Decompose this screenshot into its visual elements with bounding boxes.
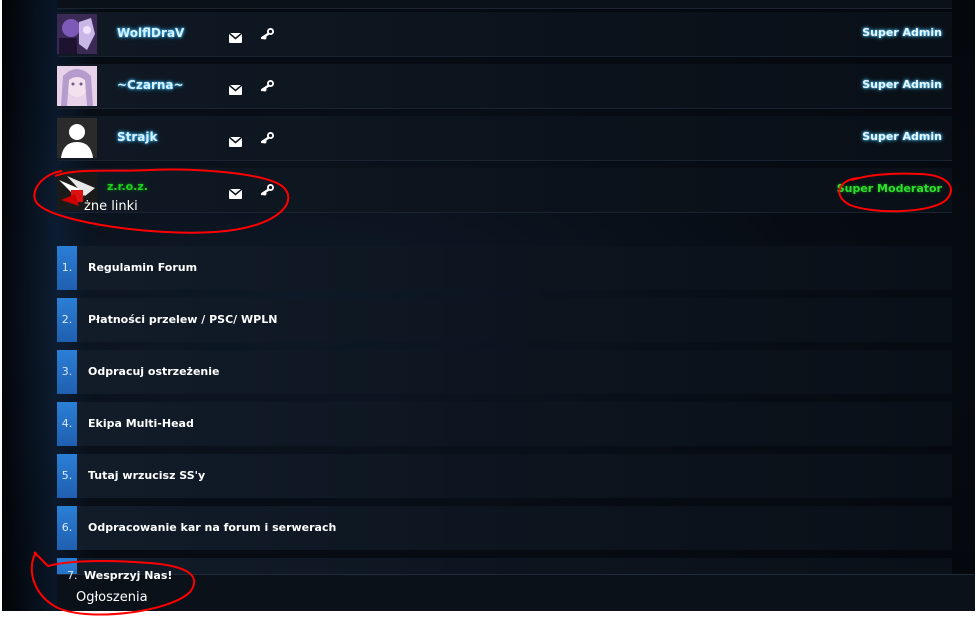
staff-row: WolflDraV Super Admin [57, 12, 952, 57]
link-number: 2. [57, 298, 77, 342]
link-label[interactable]: Regulamin Forum [88, 246, 197, 290]
staff-username[interactable]: Strajk [117, 130, 158, 144]
link-item[interactable]: 6. Odpracowanie kar na forum i serwerach [57, 506, 952, 550]
staff-panel: WolflDraV Super Admin ~Czarna~ Super Adm… [2, 0, 975, 611]
link-label[interactable]: Odpracowanie kar na forum i serwerach [88, 506, 336, 550]
link-item[interactable]: 1. Regulamin Forum [57, 246, 952, 290]
staff-username[interactable]: ~Czarna~ [117, 78, 184, 92]
staff-row: Strajk Super Admin [57, 116, 952, 161]
staff-row: ~Czarna~ Super Admin [57, 64, 952, 109]
link-number: 5. [57, 454, 77, 498]
staff-role: Super Admin [862, 26, 942, 39]
envelope-icon[interactable] [228, 132, 243, 147]
staff-username[interactable]: WolflDraV [117, 26, 184, 40]
link-label[interactable]: Tutaj wrzucisz SS'y [88, 454, 205, 498]
link-number: 3. [57, 350, 77, 394]
link-number: 4. [57, 402, 77, 446]
link-label[interactable]: Odpracuj ostrzeżenie [88, 350, 219, 394]
avatar[interactable] [57, 66, 97, 106]
staff-role: Super Admin [862, 78, 942, 91]
staff-role: Super Admin [862, 130, 942, 143]
link-label-overlap[interactable]: Wesprzyj Nas! [84, 569, 172, 582]
steam-icon[interactable] [260, 26, 275, 40]
envelope-icon[interactable] [228, 184, 243, 199]
avatar[interactable] [57, 14, 97, 54]
section-title-announcements: Ogłoszenia [76, 590, 148, 605]
section-label-partial: żne linki [84, 199, 138, 214]
link-item[interactable]: 2. Płatności przelew / PSC/ WPLN [57, 298, 952, 342]
steam-icon[interactable] [260, 182, 275, 196]
link-number-overlap: 7. [67, 569, 78, 582]
link-label[interactable]: Ekipa Multi-Head [88, 402, 194, 446]
steam-icon[interactable] [260, 78, 275, 92]
envelope-icon[interactable] [228, 80, 243, 95]
steam-icon[interactable] [260, 130, 275, 144]
link-number: 1. [57, 246, 77, 290]
staff-username[interactable]: z.r.o.z. [107, 180, 148, 193]
link-item[interactable]: 3. Odpracuj ostrzeżenie [57, 350, 952, 394]
staff-role: Super Moderator [836, 182, 942, 195]
link-item[interactable]: 5. Tutaj wrzucisz SS'y [57, 454, 952, 498]
envelope-icon[interactable] [228, 28, 243, 43]
link-label[interactable]: Płatności przelew / PSC/ WPLN [88, 298, 277, 342]
next-section-header [57, 574, 975, 611]
staff-row: z.r.o.z. Super Moderator [57, 168, 952, 213]
previous-row-edge [57, 0, 952, 9]
link-item[interactable]: 4. Ekipa Multi-Head [57, 402, 952, 446]
link-number: 6. [57, 506, 77, 550]
avatar[interactable] [57, 118, 97, 158]
